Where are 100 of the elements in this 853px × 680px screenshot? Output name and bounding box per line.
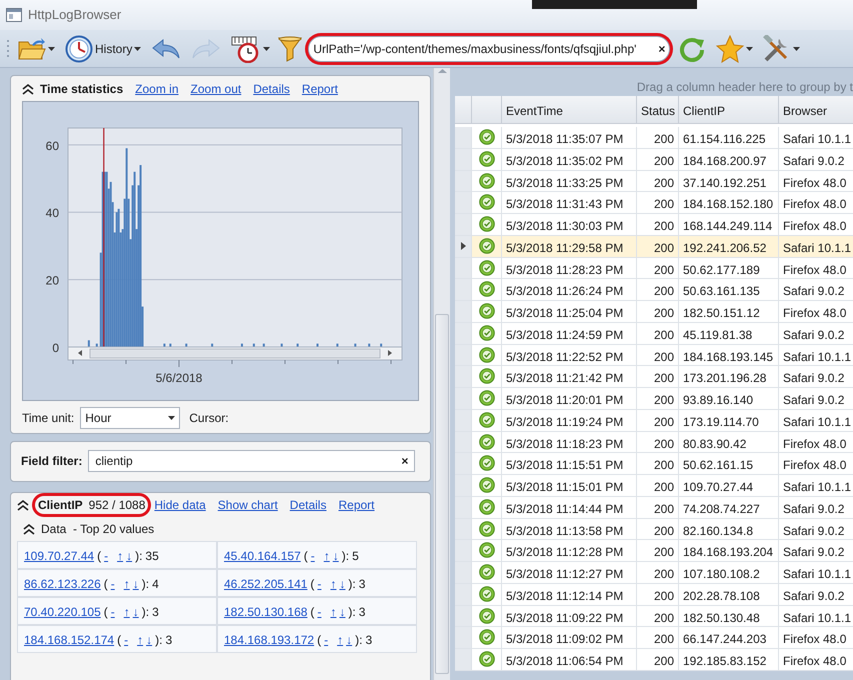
sort-down-link[interactable]: ↓ <box>132 602 139 624</box>
row-header-cell[interactable] <box>455 214 472 236</box>
row-header-cell[interactable] <box>455 606 472 628</box>
exclude-link[interactable]: - <box>317 602 322 624</box>
table-row[interactable]: 5/3/2018 11:26:24 PM 200 50.63.161.135 Safari 9.0.2 <box>455 279 853 301</box>
exclude-link[interactable]: - <box>110 602 115 624</box>
row-header-cell[interactable] <box>455 453 472 475</box>
table-row[interactable]: 5/3/2018 11:21:42 PM 200 173.201.196.28 Safari 9.0.2 <box>455 366 853 388</box>
panel-link[interactable]: Report <box>302 80 338 98</box>
caret-icon[interactable] <box>793 46 800 50</box>
chart-scrollbar[interactable] <box>68 346 402 360</box>
sort-up-link[interactable]: ↑ <box>337 630 344 652</box>
row-header-cell[interactable] <box>455 301 472 323</box>
sort-down-link[interactable]: ↓ <box>339 574 346 596</box>
history-button[interactable]: History <box>63 34 144 62</box>
caret-icon[interactable] <box>168 416 176 420</box>
row-header-cell[interactable] <box>455 127 472 149</box>
caret-icon[interactable] <box>134 46 142 50</box>
table-row[interactable]: 5/3/2018 11:29:58 PM 200 192.241.206.52 Safari 10.1.1 <box>455 236 853 258</box>
row-header-cell[interactable] <box>455 649 472 671</box>
sort-up-link[interactable]: ↑ <box>117 546 124 568</box>
value-link[interactable]: 184.168.152.174 <box>24 630 114 652</box>
table-row[interactable]: 5/3/2018 11:09:22 PM 200 182.50.130.48 Safari 10.1.1 <box>455 606 853 628</box>
row-header-cell[interactable] <box>455 388 472 410</box>
panel-link[interactable]: Report <box>338 496 375 514</box>
value-link[interactable]: 46.252.205.141 <box>224 574 308 596</box>
sort-up-link[interactable]: ↑ <box>324 546 330 568</box>
table-row[interactable]: 5/3/2018 11:09:02 PM 200 66.147.244.203 Firefox 48.0 <box>455 627 853 649</box>
panel-link[interactable]: Details <box>253 80 290 98</box>
value-link[interactable]: 182.50.130.168 <box>224 602 308 624</box>
tools-button[interactable] <box>761 34 802 62</box>
row-header-cell[interactable] <box>455 540 472 562</box>
row-header-cell[interactable] <box>455 322 472 344</box>
column-header[interactable]: Status <box>637 96 679 124</box>
table-row[interactable]: 5/3/2018 11:35:02 PM 200 184.168.200.97 Safari 9.0.2 <box>455 148 853 170</box>
table-row[interactable]: 5/3/2018 11:35:07 PM 200 61.154.116.225 Safari 10.1.1 <box>455 127 853 149</box>
row-header-cell[interactable] <box>455 627 472 649</box>
caret-icon[interactable] <box>746 46 754 50</box>
row-header-cell[interactable] <box>455 562 472 584</box>
column-header[interactable]: EventTime <box>502 96 637 124</box>
table-row[interactable]: 5/3/2018 11:19:24 PM 200 173.19.114.70 Safari 10.1.1 <box>455 410 853 432</box>
table-row[interactable]: 5/3/2018 11:28:23 PM 200 50.62.177.189 Firefox 48.0 <box>455 258 853 280</box>
caret-icon[interactable] <box>48 46 55 50</box>
table-row[interactable]: 5/3/2018 11:12:14 PM 200 202.28.78.108 Safari 9.0.2 <box>455 584 853 606</box>
scrollbar-thumb[interactable] <box>435 314 449 674</box>
sort-up-link[interactable]: ↑ <box>124 574 130 596</box>
panel-link[interactable]: Hide data <box>154 496 206 514</box>
sort-up-link[interactable]: ↑ <box>330 602 336 624</box>
sort-down-link[interactable]: ↓ <box>339 602 346 624</box>
panel-link[interactable]: Zoom in <box>135 80 179 98</box>
value-link[interactable]: 109.70.27.44 <box>24 546 94 568</box>
column-header[interactable]: ClientIP <box>679 96 779 124</box>
table-row[interactable]: 5/3/2018 11:25:04 PM 200 182.50.151.12 Firefox 48.0 <box>455 301 853 323</box>
clear-button[interactable]: × <box>401 452 408 470</box>
sort-down-link[interactable]: ↓ <box>146 630 152 652</box>
exclude-link[interactable]: - <box>324 630 328 652</box>
row-header-cell[interactable] <box>455 366 472 388</box>
sort-up-link[interactable]: ↑ <box>330 574 336 596</box>
sort-down-link[interactable]: ↓ <box>126 546 132 568</box>
table-row[interactable]: 5/3/2018 11:22:52 PM 200 184.168.193.145 Safari 10.1.1 <box>455 344 853 366</box>
table-row[interactable]: 5/3/2018 11:24:59 PM 200 45.119.81.38 Safari 9.0.2 <box>455 322 853 344</box>
clear-button[interactable]: × <box>658 40 666 58</box>
table-row[interactable]: 5/3/2018 11:14:44 PM 200 74.208.74.227 Safari 9.0.2 <box>455 496 853 518</box>
schedule-button[interactable] <box>229 34 272 62</box>
row-header-cell[interactable] <box>455 432 472 454</box>
table-row[interactable]: 5/3/2018 11:18:23 PM 200 80.83.90.42 Firefox 48.0 <box>455 432 853 454</box>
row-header-cell[interactable] <box>455 584 472 606</box>
row-header-cell[interactable] <box>455 279 472 301</box>
value-link[interactable]: 86.62.123.226 <box>24 574 101 596</box>
exclude-link[interactable]: - <box>317 574 322 596</box>
sort-down-link[interactable]: ↓ <box>132 574 139 596</box>
field-filter-input[interactable]: clientip × <box>88 450 416 472</box>
value-link[interactable]: 70.40.220.105 <box>24 602 101 624</box>
row-header-cell[interactable] <box>455 148 472 170</box>
row-header-cell[interactable] <box>455 236 472 258</box>
collapse-icon[interactable] <box>23 522 35 535</box>
sort-down-link[interactable]: ↓ <box>346 630 352 652</box>
table-row[interactable]: 5/3/2018 11:15:51 PM 200 50.62.161.15 Firefox 48.0 <box>455 453 853 475</box>
panel-link[interactable]: Show chart <box>218 496 278 514</box>
table-row[interactable]: 5/3/2018 11:12:28 PM 200 184.168.193.204 Safari 9.0.2 <box>455 540 853 562</box>
sort-down-link[interactable]: ↓ <box>332 546 339 568</box>
table-row[interactable]: 5/3/2018 11:31:43 PM 200 184.168.152.180 Firefox 48.0 <box>455 192 853 214</box>
row-header-cell[interactable] <box>455 496 472 518</box>
sort-up-link[interactable]: ↑ <box>137 630 144 652</box>
value-link[interactable]: 184.168.193.172 <box>224 630 314 652</box>
table-row[interactable]: 5/3/2018 11:33:25 PM 200 37.140.192.251 Firefox 48.0 <box>455 170 853 192</box>
row-header-cell[interactable] <box>455 192 472 214</box>
row-header-cell[interactable] <box>455 170 472 192</box>
exclude-link[interactable]: - <box>124 630 128 652</box>
row-header-cell[interactable] <box>455 344 472 366</box>
time-unit-dropdown[interactable]: Hour <box>80 407 180 429</box>
collapse-icon[interactable] <box>22 83 34 95</box>
row-header-cell[interactable] <box>455 475 472 497</box>
panel-link[interactable]: Details <box>290 496 326 514</box>
caret-icon[interactable] <box>263 46 270 50</box>
value-link[interactable]: 45.40.164.157 <box>224 546 301 568</box>
table-row[interactable]: 5/3/2018 11:20:01 PM 200 93.89.16.140 Safari 9.0.2 <box>455 388 853 410</box>
row-header-cell[interactable] <box>455 518 472 540</box>
row-header-cell[interactable] <box>455 410 472 432</box>
table-row[interactable]: 5/3/2018 11:15:01 PM 200 109.70.27.44 Safari 10.1.1 <box>455 475 853 497</box>
